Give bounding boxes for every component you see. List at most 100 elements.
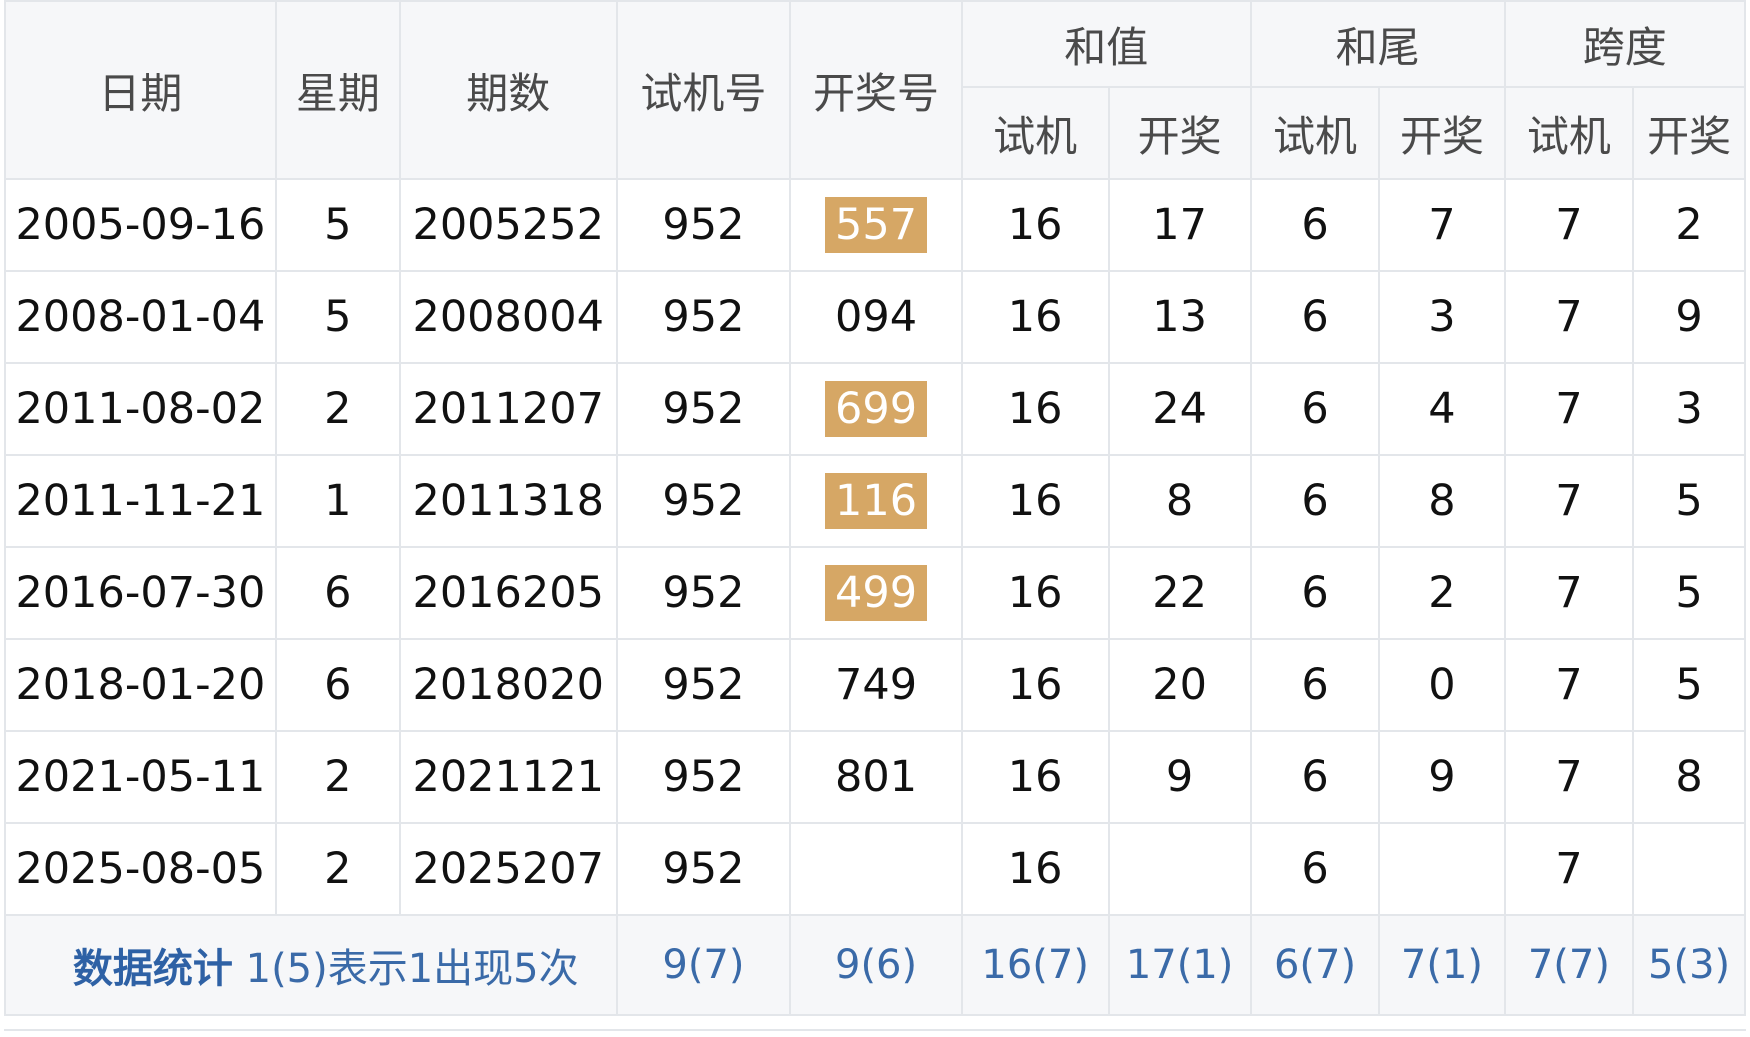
header-date: 日期 [4, 0, 277, 180]
draw-number-badge: 116 [825, 473, 928, 529]
cell-sum-draw: 22 [1107, 546, 1252, 640]
cell-span-trial: 7 [1503, 546, 1635, 640]
cell-period: 2011207 [398, 362, 618, 456]
cell-tail-trial: 6 [1249, 546, 1381, 640]
stat-sum-draw: 17(1) [1107, 914, 1252, 1016]
cell-tail-draw: 0 [1378, 638, 1506, 732]
cell-period: 2005252 [398, 178, 618, 272]
cell-span-draw: 2 [1632, 178, 1746, 272]
cell-tail-draw: 9 [1378, 730, 1506, 824]
lottery-history-table-container: 日期 星期 期数 试机号 开奖号 和值 和尾 跨度 试机 开奖 试机 开奖 试机… [4, 0, 1747, 1035]
stat-sum-trial: 16(7) [960, 914, 1110, 1016]
cell-period: 2011318 [398, 454, 618, 548]
cell-date: 2021-05-11 [4, 730, 277, 824]
header-trial-number: 试机号 [615, 0, 792, 180]
cell-weekday: 1 [274, 454, 401, 548]
cell-sum-trial: 16 [960, 546, 1110, 640]
cell-sum-draw: 13 [1107, 270, 1252, 364]
subheader-sum-draw: 开奖 [1107, 86, 1252, 180]
cell-draw: 499 [789, 546, 963, 640]
stat-tail-draw: 7(1) [1378, 914, 1506, 1016]
cell-draw: 116 [789, 454, 963, 548]
cell-sum-draw: 9 [1107, 730, 1252, 824]
cell-draw: 094 [789, 270, 963, 364]
subheader-sum-trial: 试机 [960, 86, 1110, 180]
lottery-history-table: 日期 星期 期数 试机号 开奖号 和值 和尾 跨度 试机 开奖 试机 开奖 试机… [4, 0, 1747, 1016]
table-row: 2016-07-30 6 2016205 952 499 16 22 6 2 7… [4, 546, 1746, 640]
subheader-span-draw: 开奖 [1632, 86, 1746, 180]
cell-span-trial: 7 [1503, 270, 1635, 364]
header-sum-tail: 和尾 [1249, 0, 1506, 88]
cell-tail-draw: 2 [1378, 546, 1506, 640]
cell-trial: 952 [615, 270, 792, 364]
cell-span-draw: 5 [1632, 638, 1746, 732]
cell-tail-trial: 6 [1249, 822, 1381, 916]
cell-span-draw: 5 [1632, 546, 1746, 640]
stat-note: 1(5)表示1出现5次 [245, 946, 579, 992]
table-row: 2025-08-05 2 2025207 952 16 6 7 [4, 822, 1746, 916]
table-row: 2008-01-04 5 2008004 952 094 16 13 6 3 7… [4, 270, 1746, 364]
cell-tail-draw [1378, 822, 1506, 916]
cell-tail-draw: 8 [1378, 454, 1506, 548]
cell-draw: 557 [789, 178, 963, 272]
header-sum: 和值 [960, 0, 1252, 88]
cell-trial: 952 [615, 178, 792, 272]
cell-weekday: 5 [274, 270, 401, 364]
page-bottom-edge [4, 1029, 1746, 1037]
cell-date: 2008-01-04 [4, 270, 277, 364]
cell-span-draw: 8 [1632, 730, 1746, 824]
stat-draw: 9(6) [789, 914, 963, 1016]
cell-period: 2021121 [398, 730, 618, 824]
cell-tail-trial: 6 [1249, 178, 1381, 272]
cell-sum-trial: 16 [960, 638, 1110, 732]
cell-date: 2011-08-02 [4, 362, 277, 456]
cell-tail-draw: 3 [1378, 270, 1506, 364]
cell-period: 2025207 [398, 822, 618, 916]
cell-trial: 952 [615, 362, 792, 456]
cell-sum-trial: 16 [960, 822, 1110, 916]
table-row: 2011-08-02 2 2011207 952 699 16 24 6 4 7… [4, 362, 1746, 456]
cell-period: 2018020 [398, 638, 618, 732]
header-draw-number: 开奖号 [789, 0, 963, 180]
table-row: 2018-01-20 6 2018020 952 749 16 20 6 0 7… [4, 638, 1746, 732]
stat-span-trial: 7(7) [1503, 914, 1635, 1016]
cell-date: 2016-07-30 [4, 546, 277, 640]
cell-weekday: 5 [274, 178, 401, 272]
stat-title: 数据统计 [72, 946, 233, 992]
draw-number-badge: 499 [825, 565, 928, 621]
cell-span-draw [1632, 822, 1746, 916]
cell-span-trial: 7 [1503, 822, 1635, 916]
cell-tail-draw: 4 [1378, 362, 1506, 456]
table-row: 2011-11-21 1 2011318 952 116 16 8 6 8 7 … [4, 454, 1746, 548]
subheader-span-trial: 试机 [1503, 86, 1635, 180]
cell-sum-trial: 16 [960, 730, 1110, 824]
cell-weekday: 6 [274, 546, 401, 640]
cell-trial: 952 [615, 822, 792, 916]
cell-period: 2008004 [398, 270, 618, 364]
cell-tail-trial: 6 [1249, 362, 1381, 456]
cell-sum-draw [1107, 822, 1252, 916]
header-period: 期数 [398, 0, 618, 180]
stat-trial: 9(7) [615, 914, 792, 1016]
cell-span-trial: 7 [1503, 454, 1635, 548]
cell-trial: 952 [615, 454, 792, 548]
cell-sum-trial: 16 [960, 270, 1110, 364]
cell-date: 2005-09-16 [4, 178, 277, 272]
cell-span-draw: 3 [1632, 362, 1746, 456]
cell-span-trial: 7 [1503, 638, 1635, 732]
cell-weekday: 2 [274, 730, 401, 824]
cell-tail-trial: 6 [1249, 454, 1381, 548]
draw-number-badge: 699 [825, 381, 928, 437]
cell-draw: 801 [789, 730, 963, 824]
cell-trial: 952 [615, 546, 792, 640]
stat-span-draw: 5(3) [1632, 914, 1746, 1016]
cell-tail-draw: 7 [1378, 178, 1506, 272]
cell-span-trial: 7 [1503, 362, 1635, 456]
table-row: 2021-05-11 2 2021121 952 801 16 9 6 9 7 … [4, 730, 1746, 824]
cell-draw: 699 [789, 362, 963, 456]
cell-tail-trial: 6 [1249, 638, 1381, 732]
cell-span-draw: 5 [1632, 454, 1746, 548]
cell-sum-trial: 16 [960, 178, 1110, 272]
subheader-tail-draw: 开奖 [1378, 86, 1506, 180]
cell-draw [789, 822, 963, 916]
